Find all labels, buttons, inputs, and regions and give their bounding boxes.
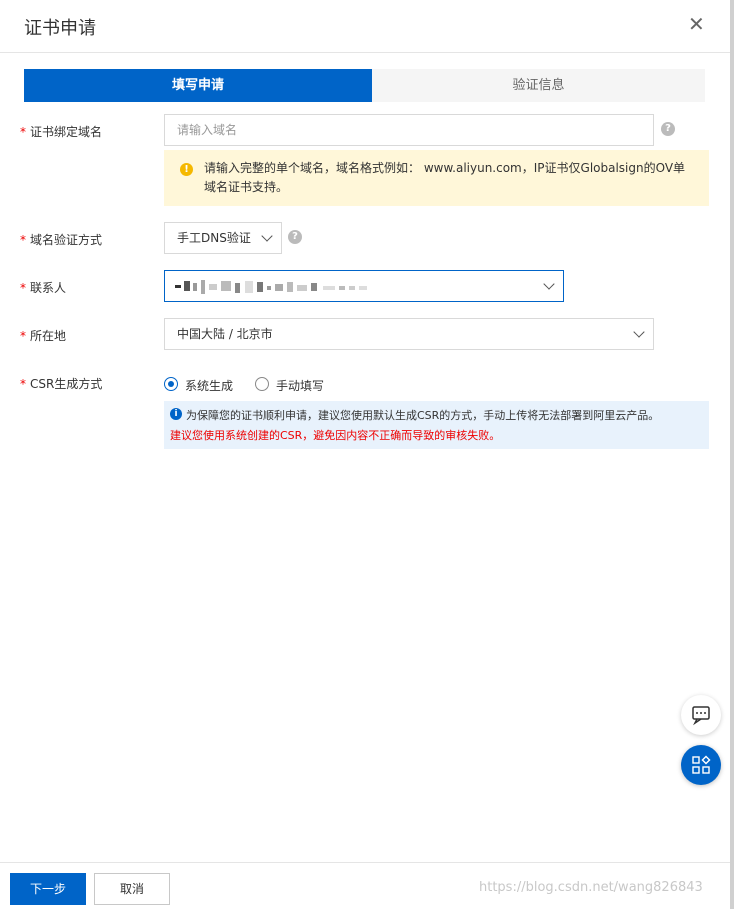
csr-option-manual-label[interactable]: 手动填写	[276, 377, 324, 394]
close-icon[interactable]: ✕	[688, 12, 705, 36]
domain-warning-text: 请输入完整的单个域名，域名格式例如： www.aliyun.com，IP证书仅G…	[204, 161, 686, 194]
chevron-down-icon	[261, 230, 273, 242]
required-mark: *	[20, 281, 26, 295]
help-icon[interactable]: ?	[288, 230, 302, 244]
domain-warning: ! 请输入完整的单个域名，域名格式例如： www.aliyun.com，IP证书…	[164, 150, 709, 206]
required-mark: *	[20, 329, 26, 343]
csr-radio-system[interactable]	[164, 377, 178, 391]
verify-method-select[interactable]: 手工DNS验证	[164, 222, 282, 254]
info-icon: i	[170, 408, 182, 420]
domain-input[interactable]: 请输入域名	[164, 114, 654, 146]
csr-label: * CSR生成方式	[20, 377, 103, 391]
chat-button[interactable]	[681, 695, 721, 735]
apps-icon	[692, 755, 711, 774]
location-label: * 所在地	[20, 329, 67, 343]
location-value: 中国大陆 / 北京市	[177, 327, 273, 341]
csr-warning-text: 建议您使用系统创建的CSR，避免因内容不正确而导致的审核失败。	[170, 429, 501, 442]
step-fill-application: 填写申请	[24, 69, 372, 102]
apps-button[interactable]	[681, 745, 721, 785]
warning-icon: !	[180, 163, 193, 176]
help-icon[interactable]: ?	[661, 122, 675, 136]
steps-bar: 填写申请 验证信息	[24, 69, 705, 102]
required-mark: *	[20, 233, 26, 247]
csr-info-text: 为保障您的证书顺利申请，建议您使用默认生成CSR的方式，手动上传将无法部署到阿里…	[186, 409, 660, 422]
chevron-down-icon	[633, 326, 645, 338]
required-mark: *	[20, 125, 26, 139]
csr-option-system-label[interactable]: 系统生成	[185, 377, 233, 394]
required-mark: *	[20, 377, 26, 391]
verify-method-value: 手工DNS验证	[177, 231, 251, 245]
domain-label: * 证书绑定域名	[20, 125, 103, 139]
redacted-contact	[175, 280, 367, 294]
csr-info-box: i 为保障您的证书顺利申请，建议您使用默认生成CSR的方式，手动上传将无法部署到…	[164, 401, 709, 449]
location-select[interactable]: 中国大陆 / 北京市	[164, 318, 654, 350]
dialog-title: 证书申请	[24, 18, 96, 39]
contact-select[interactable]	[164, 270, 564, 302]
next-button[interactable]: 下一步	[10, 873, 86, 905]
contact-label: * 联系人	[20, 281, 67, 295]
csr-radio-manual[interactable]	[255, 377, 269, 391]
dialog-header: 证书申请 ✕	[0, 0, 730, 53]
step-verify-info: 验证信息	[372, 69, 705, 102]
watermark: https://blog.csdn.net/wang826843	[479, 880, 703, 895]
chat-icon	[692, 706, 710, 726]
step-arrow	[355, 69, 372, 101]
chevron-down-icon	[543, 278, 555, 290]
cancel-button[interactable]: 取消	[94, 873, 170, 905]
verify-method-label: * 域名验证方式	[20, 233, 103, 247]
scrollbar[interactable]	[730, 0, 734, 909]
